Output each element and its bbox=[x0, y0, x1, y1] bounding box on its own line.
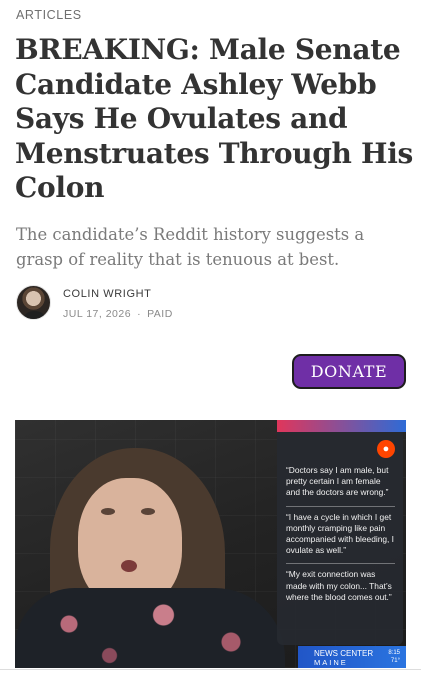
bottom-divider bbox=[0, 669, 421, 670]
news-time: 8:15 bbox=[388, 650, 400, 656]
person-left-eye bbox=[101, 508, 115, 515]
news-temp: 71° bbox=[390, 658, 400, 664]
person-right-eye bbox=[141, 508, 155, 515]
reddit-icon: ● bbox=[377, 440, 395, 458]
quote-3: “My exit connection was made with my col… bbox=[286, 563, 395, 610]
news-station-bug: NEWS CENTER MAINE 8:15 71° bbox=[298, 646, 406, 668]
article-meta: JUL 17, 2026 · PAID bbox=[63, 308, 173, 320]
author-name[interactable]: COLIN WRIGHT bbox=[63, 288, 151, 300]
reddit-quote-card: ● “Doctors say I am male, but pretty cer… bbox=[277, 432, 403, 645]
person-mouth bbox=[121, 560, 137, 572]
news-time-temp: 8:15 71° bbox=[388, 649, 400, 665]
article-subtitle: The candidate’s Reddit history suggests … bbox=[16, 225, 365, 269]
author-avatar[interactable] bbox=[16, 285, 51, 320]
person-body bbox=[15, 588, 285, 668]
article-title: BREAKING: Male Senate Candidate Ashley W… bbox=[15, 33, 413, 204]
access-badge: PAID bbox=[147, 308, 173, 320]
quote-card-header bbox=[277, 420, 406, 432]
article-hero-image[interactable]: ● “Doctors say I am male, but pretty cer… bbox=[15, 420, 406, 668]
donate-button[interactable]: DONATE bbox=[292, 354, 406, 389]
meta-separator: · bbox=[137, 308, 142, 320]
quote-1: “Doctors say I am male, but pretty certa… bbox=[286, 465, 389, 498]
quote-2: “I have a cycle in which I get monthly c… bbox=[286, 505, 395, 564]
section-label[interactable]: ARTICLES bbox=[16, 8, 82, 22]
publish-date: JUL 17, 2026 bbox=[63, 308, 132, 320]
